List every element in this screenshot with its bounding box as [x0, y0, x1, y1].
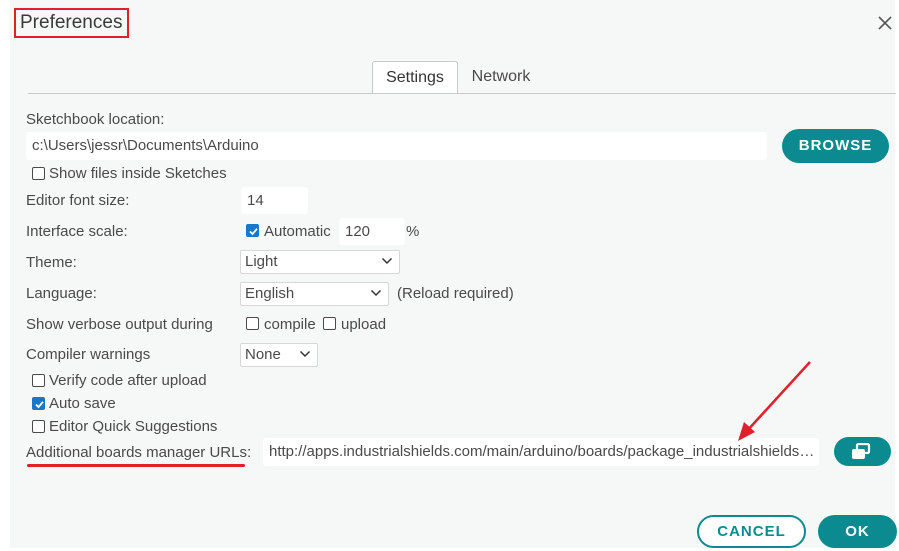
verbose-output-label: Show verbose output during	[26, 316, 213, 333]
browse-button[interactable]: BROWSE	[782, 129, 889, 163]
preferences-dialog: Preferences Settings Network Sketchbook …	[0, 0, 899, 551]
interface-scale-input[interactable]: 120	[339, 218, 405, 245]
language-label: Language:	[26, 285, 97, 302]
language-select[interactable]: English	[240, 282, 389, 306]
tab-settings[interactable]: Settings	[372, 61, 458, 94]
quick-suggestions-checkbox[interactable]	[32, 420, 45, 433]
cancel-button[interactable]: CANCEL	[697, 515, 806, 548]
window-restore-icon	[852, 443, 871, 459]
theme-select[interactable]: Light	[240, 250, 400, 274]
auto-save-label: Auto save	[49, 395, 116, 412]
tab-divider	[28, 93, 896, 94]
automatic-label: Automatic	[264, 223, 331, 240]
compiler-warnings-select[interactable]: None	[240, 343, 318, 367]
tab-network[interactable]: Network	[463, 61, 539, 94]
annotation-arrow-icon	[738, 361, 811, 441]
ok-button[interactable]: OK	[818, 515, 897, 548]
language-selected-value: English	[245, 285, 295, 302]
compiler-warnings-label: Compiler warnings	[26, 346, 151, 363]
upload-checkbox[interactable]	[323, 317, 336, 330]
chevron-down-icon	[370, 289, 382, 297]
reload-required-note: (Reload required)	[397, 285, 514, 302]
auto-save-checkbox[interactable]	[32, 397, 45, 410]
show-files-label: Show files inside Sketches	[49, 165, 227, 182]
percent-unit: %	[406, 223, 420, 240]
quick-suggestions-label: Editor Quick Suggestions	[49, 418, 218, 435]
dialog-title: Preferences	[20, 12, 123, 33]
boards-urls-label: Additional boards manager URLs:	[26, 444, 252, 461]
theme-selected-value: Light	[245, 253, 278, 270]
theme-label: Theme:	[26, 254, 77, 271]
compile-label: compile	[264, 316, 316, 333]
verify-code-checkbox[interactable]	[32, 374, 45, 387]
font-size-label: Editor font size:	[26, 192, 130, 209]
chevron-down-icon	[381, 257, 393, 265]
compile-checkbox[interactable]	[246, 317, 259, 330]
chevron-down-icon	[299, 350, 311, 358]
open-urls-dialog-button[interactable]	[834, 437, 891, 466]
sketchbook-location-input[interactable]: c:\Users\jessr\Documents\Arduino	[26, 132, 767, 160]
interface-scale-label: Interface scale:	[26, 223, 128, 240]
annotation-underline	[27, 464, 245, 467]
automatic-checkbox[interactable]	[246, 224, 259, 237]
verify-code-label: Verify code after upload	[49, 372, 207, 389]
show-files-checkbox[interactable]	[32, 167, 45, 180]
font-size-input[interactable]: 14	[241, 187, 308, 214]
sketchbook-location-label: Sketchbook location:	[26, 111, 165, 128]
upload-label: upload	[341, 316, 387, 333]
close-icon[interactable]	[876, 14, 894, 32]
compiler-warnings-selected-value: None	[245, 346, 281, 363]
